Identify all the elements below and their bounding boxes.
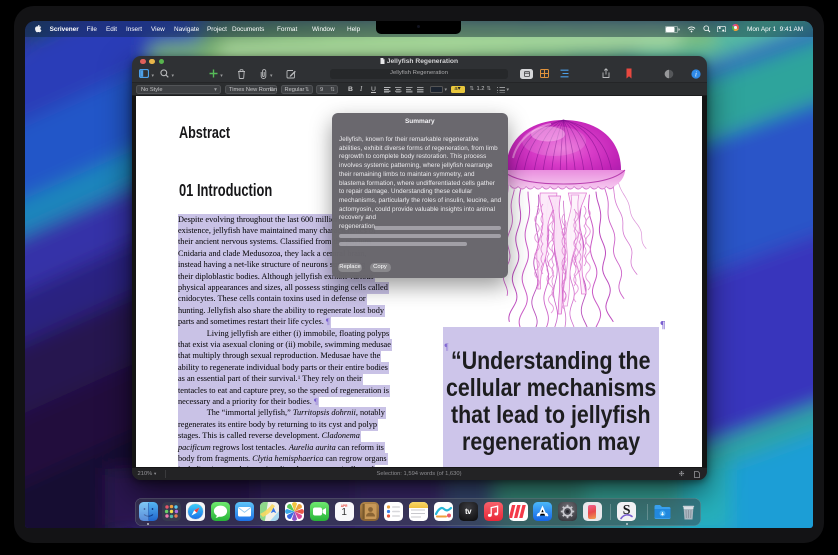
svg-text:i: i	[695, 70, 697, 78]
